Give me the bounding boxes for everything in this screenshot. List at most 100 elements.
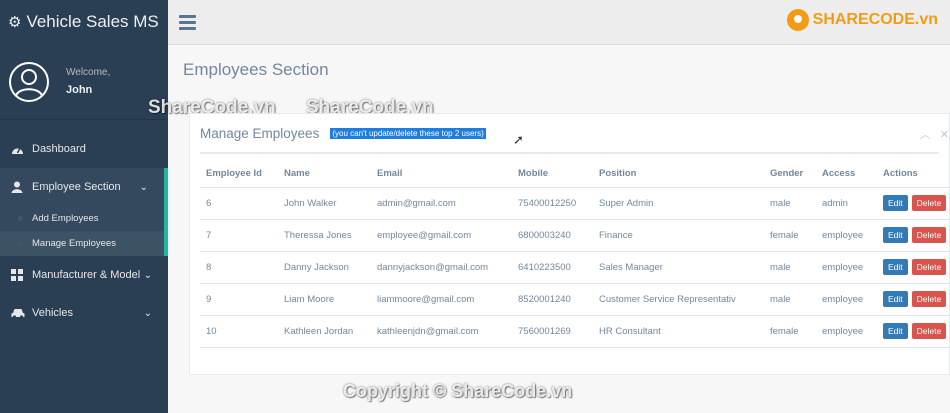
panel-title: Manage Employees <box>200 125 320 141</box>
sidebar-item-label: Manufacturer & Model <box>32 269 141 281</box>
column-header: Position <box>593 161 764 188</box>
cell-mobile: 6410223500 <box>512 251 593 284</box>
watermark: Copyright © ShareCode.vn <box>343 381 573 401</box>
cell-name: Liam Moore <box>278 283 371 316</box>
cell-gender: female <box>764 219 816 252</box>
employees-table: Employee Id Name Email Mobile Position G… <box>200 161 950 348</box>
logo-text: SHARECODE.vn <box>812 11 938 28</box>
cell-email: employee@gmail.com <box>371 219 512 252</box>
cell-name: Theressa Jones <box>278 219 371 252</box>
cell-position: Sales Manager <box>593 251 764 284</box>
manage-employees-panel: Manage Employees (you can't update/delet… <box>189 113 950 375</box>
cell-position: HR Consultant <box>593 315 764 348</box>
main-content: Employees Section ShareCode.vn ShareCode… <box>148 45 950 413</box>
menu-toggle-icon[interactable] <box>179 15 196 33</box>
delete-button[interactable]: Delete <box>911 195 947 211</box>
user-avatar-icon <box>15 68 43 96</box>
delete-button[interactable]: Delete <box>911 259 947 275</box>
cogs-icon: ⚙ <box>8 14 22 31</box>
delete-button[interactable]: Delete <box>911 291 947 307</box>
delete-button[interactable]: Delete <box>911 227 947 243</box>
user-icon <box>11 181 27 193</box>
cell-position: Customer Service Representativ <box>593 283 764 316</box>
cell-email: kathleenjdn@gmail.com <box>371 315 512 348</box>
subitem-label: Add Employees <box>32 213 99 224</box>
page-title: Employees Section <box>183 60 329 79</box>
cell-email: dannyjackson@gmail.com <box>371 251 512 284</box>
column-header: Employee Id <box>200 161 278 188</box>
table-row: 10 Kathleen Jordan kathleenjdn@gmail.com… <box>200 315 950 348</box>
cell-id: 8 <box>200 251 278 284</box>
edit-button[interactable]: Edit <box>883 259 908 275</box>
sidebar-item-vehicles[interactable]: Vehicles ⌄ <box>0 294 168 332</box>
sharecode-logo: SHARECODE.vn <box>786 9 938 31</box>
cell-mobile: 75400012250 <box>512 187 593 220</box>
edit-button[interactable]: Edit <box>883 291 908 307</box>
cell-actions: Edit Delete <box>877 251 950 284</box>
cell-mobile: 7560001269 <box>512 315 593 348</box>
cell-name: Danny Jackson <box>278 251 371 284</box>
chevron-down-icon: ⌄ <box>143 307 152 319</box>
mouse-cursor-icon: ➚ <box>513 132 524 147</box>
cell-mobile: 6800003240 <box>512 219 593 252</box>
sidebar-item-employee-section[interactable]: Employee Section ⌄ <box>0 168 168 206</box>
cell-id: 9 <box>200 283 278 316</box>
close-icon[interactable]: ✕ <box>940 129 949 141</box>
column-header: Mobile <box>512 161 593 188</box>
collapse-icon[interactable]: ︿ <box>920 129 931 141</box>
user-name: John <box>66 84 93 96</box>
sidebar-item-dashboard[interactable]: Dashboard <box>0 130 168 168</box>
edit-button[interactable]: Edit <box>883 195 908 211</box>
avatar <box>9 61 49 102</box>
column-header: Email <box>371 161 512 188</box>
cell-id: 10 <box>200 315 278 348</box>
cell-access: employee <box>816 219 877 252</box>
sidebar-item-label: Dashboard <box>32 143 86 155</box>
cell-access: employee <box>816 283 877 316</box>
subitem-label: Manage Employees <box>32 238 116 249</box>
edit-button[interactable]: Edit <box>883 227 908 243</box>
cell-gender: male <box>764 283 816 316</box>
car-icon <box>11 308 27 319</box>
cell-email: admin@gmail.com <box>371 187 512 220</box>
table-row: 6 John Walker admin@gmail.com 7540001225… <box>200 187 950 220</box>
cell-id: 7 <box>200 219 278 252</box>
chevron-down-icon: ⌄ <box>143 269 152 281</box>
chevron-down-icon: ⌄ <box>139 181 148 193</box>
delete-button[interactable]: Delete <box>911 323 947 339</box>
cell-gender: female <box>764 315 816 348</box>
sidebar-item-label: Vehicles <box>32 307 73 319</box>
panel-note: (you can't update/delete these top 2 use… <box>330 127 486 139</box>
cell-email: liammoore@gmail.com <box>371 283 512 316</box>
cell-actions: Edit Delete <box>877 315 950 348</box>
column-header: Access <box>816 161 877 188</box>
cell-actions: Edit Delete <box>877 283 950 316</box>
cell-name: Kathleen Jordan <box>278 315 371 348</box>
subitem-add-employees[interactable]: Add Employees <box>0 206 164 231</box>
panel-header: Manage Employees (you can't update/delet… <box>200 114 949 154</box>
globe-icon <box>786 9 809 31</box>
column-header: Name <box>278 161 371 188</box>
cell-gender: male <box>764 187 816 220</box>
cell-position: Super Admin <box>593 187 764 220</box>
column-header: Actions <box>877 161 950 188</box>
brand[interactable]: ⚙ Vehicle Sales MS <box>0 0 168 44</box>
employee-submenu: Add Employees Manage Employees <box>0 206 168 256</box>
edit-button[interactable]: Edit <box>883 323 908 339</box>
cell-position: Finance <box>593 219 764 252</box>
cell-actions: Edit Delete <box>877 187 950 220</box>
cell-gender: male <box>764 251 816 284</box>
cell-access: admin <box>816 187 877 220</box>
profile: Welcome, John <box>0 44 168 120</box>
subitem-manage-employees[interactable]: Manage Employees <box>0 231 164 256</box>
table-row: 9 Liam Moore liammoore@gmail.com 8520001… <box>200 283 950 316</box>
cell-actions: Edit Delete <box>877 219 950 252</box>
table-header-row: Employee Id Name Email Mobile Position G… <box>200 161 950 188</box>
cell-id: 6 <box>200 187 278 220</box>
cell-access: employee <box>816 315 877 348</box>
cell-access: employee <box>816 251 877 284</box>
cell-mobile: 8520001240 <box>512 283 593 316</box>
cell-name: John Walker <box>278 187 371 220</box>
sidebar: ⚙ Vehicle Sales MS Welcome, John Dashboa… <box>0 0 168 413</box>
sidebar-item-manufacturer-model[interactable]: Manufacturer & Model ⌄ <box>0 256 168 294</box>
